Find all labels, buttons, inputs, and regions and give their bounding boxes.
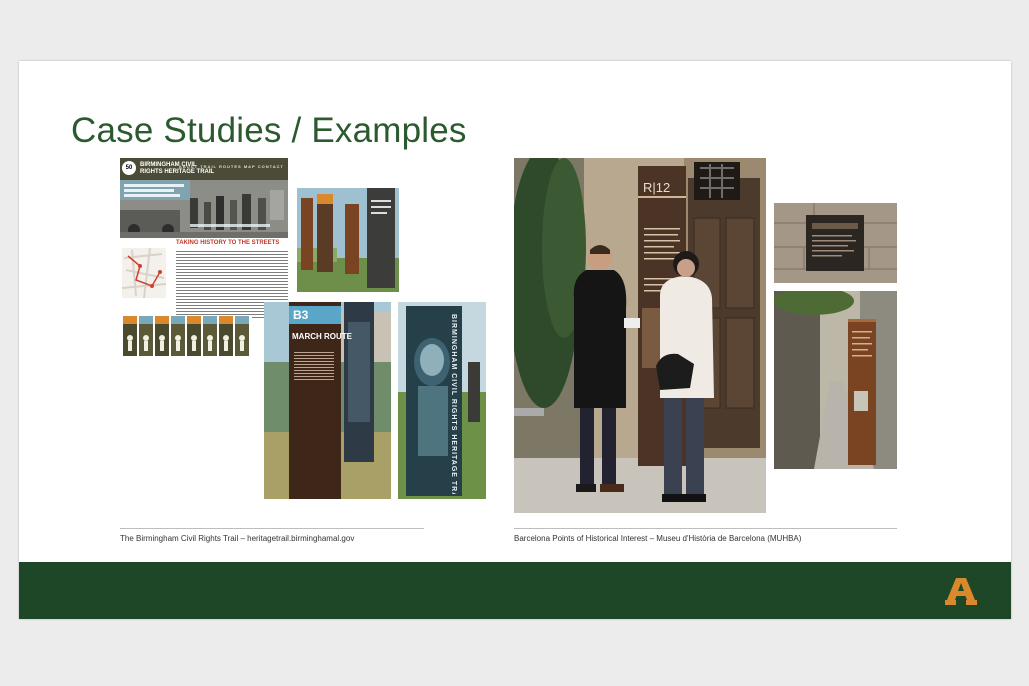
b3-sign-code: B3 [293,308,309,322]
birmingham-website-screenshot: 50 BIRMINGHAM CIVIL RIGHTS HERITAGE TRAI… [120,158,288,238]
block-a-logo-icon [945,578,977,605]
slide: Case Studies / Examples 50 BIRMINGHAM CI… [19,61,1011,619]
barcelona-sign-code: R|12 [643,180,671,195]
march-route-sign-photo: B3 MARCH ROUTE [264,302,391,499]
footer-band [19,562,1011,619]
birmingham-caption: The Birmingham Civil Rights Trail – heri… [120,534,355,543]
barcelona-caption: Barcelona Points of Historical Interest … [514,534,802,543]
plaza-signs-photo [297,188,399,292]
vertical-trail-text: BIRMINGHAM CIVIL RIGHTS HERITAGE TRAIL [450,314,457,494]
barcelona-main-photo: R|12 [514,158,766,513]
wall-plaque-photo [774,203,897,283]
barcelona-caption-rule [514,528,897,529]
portrait-sign-photo: BIRMINGHAM CIVIL RIGHTS HERITAGE TRAIL [398,302,486,499]
birmingham-caption-rule [120,528,424,529]
website-header: 50 BIRMINGHAM CIVIL RIGHTS HERITAGE TRAI… [120,158,288,180]
website-article-heading: TAKING HISTORY TO THE STREETS [176,240,280,246]
b3-sign-text [294,352,334,382]
website-badge: 50 [122,161,136,175]
trail-map-thumbnail [122,248,166,298]
narrow-street-sign-photo [774,291,897,469]
slide-title: Case Studies / Examples [71,111,467,150]
website-nav: ABOUT TRAIL ROUTES MAP CONTACT [178,164,284,169]
historic-street-photo [120,180,288,238]
b3-sign-title: MARCH ROUTE [292,332,352,341]
sign-family-strip [122,316,252,358]
